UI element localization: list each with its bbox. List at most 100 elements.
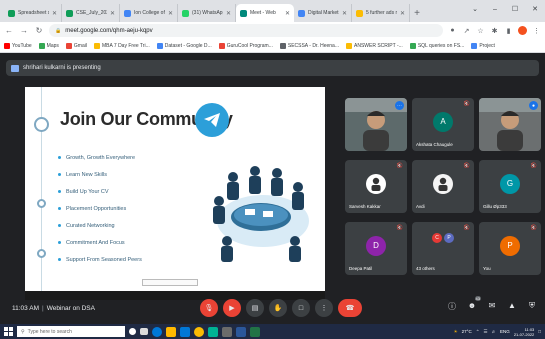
participant-tile[interactable]: ⋯: [345, 98, 407, 151]
bookmark-item[interactable]: Project: [471, 42, 495, 49]
reload-icon[interactable]: ↻: [34, 26, 44, 35]
browser-toolbar: ← → ↻ 🔒 meet.google.com/qhm-aeju-kqpv ● …: [0, 22, 545, 39]
share-icon[interactable]: ↗: [462, 27, 471, 35]
participant-tile[interactable]: P 🔇 You: [479, 222, 541, 275]
browser-tab[interactable]: CSE_July_2022✕: [62, 4, 120, 22]
bookmark-item[interactable]: ANSWER SCRIPT -...: [346, 42, 403, 49]
info-icon[interactable]: ⓘ: [447, 301, 457, 312]
tab-favicon-icon: [356, 9, 363, 17]
timeline-dot: [37, 249, 46, 258]
present-button[interactable]: □: [292, 299, 310, 317]
captions-button[interactable]: ▤: [246, 299, 264, 317]
more-options-button[interactable]: ⋮: [315, 299, 333, 317]
activities-icon[interactable]: ▲: [507, 301, 517, 312]
tab-close-icon[interactable]: ✕: [226, 10, 231, 17]
leave-call-button[interactable]: ☎: [338, 299, 362, 317]
task-view-icon[interactable]: [140, 328, 148, 335]
presenting-banner: shrihari kulkarni is presenting: [6, 60, 539, 76]
people-icon[interactable]: ☻ 43: [467, 296, 481, 312]
participant-tile[interactable]: A 🔇 Akshata Chaugule: [412, 98, 474, 151]
bullet-dot: [58, 190, 61, 193]
meeting-time: 11:03 AM: [12, 305, 39, 312]
raise-hand-button[interactable]: ✋: [269, 299, 287, 317]
tab-favicon-icon: [8, 9, 15, 17]
new-tab-button[interactable]: +: [410, 4, 424, 22]
notifications-icon[interactable]: □: [538, 329, 541, 334]
more-icon[interactable]: ⋯: [395, 101, 404, 110]
participant-name: 43 others: [416, 266, 435, 271]
language-indicator[interactable]: ENG: [500, 329, 510, 334]
tab-favicon-icon: [66, 9, 73, 17]
participant-tile[interactable]: ●: [479, 98, 541, 151]
forward-icon[interactable]: →: [19, 26, 29, 35]
participant-name: Akshata Chaugule: [416, 142, 453, 147]
edge-icon[interactable]: [152, 326, 162, 337]
participant-tile[interactable]: G 🔇 Gillu Øp333: [479, 160, 541, 213]
others-avatars: CP: [431, 232, 455, 244]
store-icon[interactable]: [180, 326, 190, 337]
excel-icon[interactable]: [250, 326, 260, 337]
extensions-icon[interactable]: ✱: [490, 27, 499, 35]
side-controls: ⓘ ☻ 43 ✉ ▲ ⛨: [447, 296, 537, 312]
back-icon[interactable]: ←: [4, 26, 14, 35]
tab-close-icon[interactable]: ✕: [52, 10, 57, 17]
system-tray: ☀ 27°C ⌃ ☰ ♬ ENG 11:03 21-07-2022 □: [454, 327, 541, 337]
bookmark-item[interactable]: GuruCool Program...: [218, 42, 273, 49]
settings-icon[interactable]: [222, 326, 232, 337]
speaking-indicator-icon: ●: [529, 101, 538, 110]
word-icon[interactable]: [236, 326, 246, 337]
chevron-down-icon[interactable]: ⌄: [465, 0, 485, 18]
participant-tile[interactable]: 🔇 Sarvesh Kakkar: [345, 160, 407, 213]
browser-tab[interactable]: Digital Marketin✕: [294, 4, 352, 22]
browser-tab[interactable]: Spreadsheet shi✕: [4, 4, 62, 22]
bookmark-item[interactable]: MBA 7 Day Free Tri...: [93, 42, 150, 49]
maximize-icon[interactable]: ☐: [505, 0, 525, 18]
bookmark-label: Maps: [46, 42, 59, 49]
minimize-icon[interactable]: –: [485, 0, 505, 18]
clock[interactable]: 11:03 21-07-2022: [514, 327, 534, 337]
chat-icon[interactable]: ✉: [487, 301, 497, 312]
participant-tile[interactable]: D 🔇 Deepa Patil: [345, 222, 407, 275]
chrome-icon[interactable]: [194, 326, 204, 337]
volume-icon[interactable]: ♬: [492, 329, 497, 334]
bullet-item: Placement Opportunities: [58, 200, 142, 217]
photos-icon[interactable]: [208, 326, 218, 337]
tab-close-icon[interactable]: ✕: [342, 10, 347, 17]
taskbar-search[interactable]: ⚲ Type here to search: [17, 326, 125, 337]
camera-off-button[interactable]: ▶: [223, 299, 241, 317]
windows-start-icon[interactable]: [4, 327, 13, 336]
bookmark-item[interactable]: YouTube: [4, 42, 32, 49]
bookmark-favicon-icon: [156, 42, 163, 49]
sidepanel-icon[interactable]: ▮: [504, 27, 513, 35]
file-explorer-icon[interactable]: [166, 326, 176, 337]
network-icon[interactable]: ☰: [484, 329, 488, 335]
bullet-dot: [58, 156, 61, 159]
meet-stage: shrihari kulkarni is presenting Join Our…: [0, 53, 545, 324]
address-bar[interactable]: 🔒 meet.google.com/qhm-aeju-kqpv: [49, 24, 443, 37]
participant-tile[interactable]: C P 🔇 43 others: [412, 222, 474, 275]
tab-close-icon[interactable]: ✕: [400, 10, 405, 17]
bookmark-item[interactable]: SECSSA - Dr. Heena...: [279, 42, 339, 49]
participant-tile[interactable]: 🔇 Avdi: [412, 160, 474, 213]
bookmark-item[interactable]: Gmail: [65, 42, 87, 49]
host-controls-icon[interactable]: ⛨: [527, 301, 537, 312]
close-icon[interactable]: ✕: [525, 0, 545, 18]
bookmark-item[interactable]: SQL queries on FS...: [409, 42, 464, 49]
camera-icon[interactable]: ●: [448, 27, 457, 34]
star-icon[interactable]: ☆: [476, 27, 485, 35]
browser-tab[interactable]: (31) WhatsApp ✕: [178, 4, 236, 22]
bullet-text: Curated Networking: [66, 222, 115, 229]
browser-tab[interactable]: Meet - Web ✕: [236, 4, 294, 22]
tray-chevron-icon[interactable]: ⌃: [476, 329, 480, 335]
cortana-icon[interactable]: [129, 328, 136, 335]
bookmark-item[interactable]: Dataset - Google D...: [156, 42, 212, 49]
tab-close-icon[interactable]: ✕: [168, 10, 173, 17]
bookmark-item[interactable]: Maps: [38, 42, 59, 49]
profile-avatar[interactable]: [518, 26, 527, 35]
tab-close-icon[interactable]: ✕: [285, 10, 290, 17]
browser-tab[interactable]: Ion College of ✕: [120, 4, 178, 22]
tab-close-icon[interactable]: ✕: [110, 10, 115, 17]
menu-icon[interactable]: ⋮: [532, 27, 541, 35]
browser-tab[interactable]: 5 further ads mon✕: [352, 4, 410, 22]
mic-off-button[interactable]: 🎙: [200, 299, 218, 317]
